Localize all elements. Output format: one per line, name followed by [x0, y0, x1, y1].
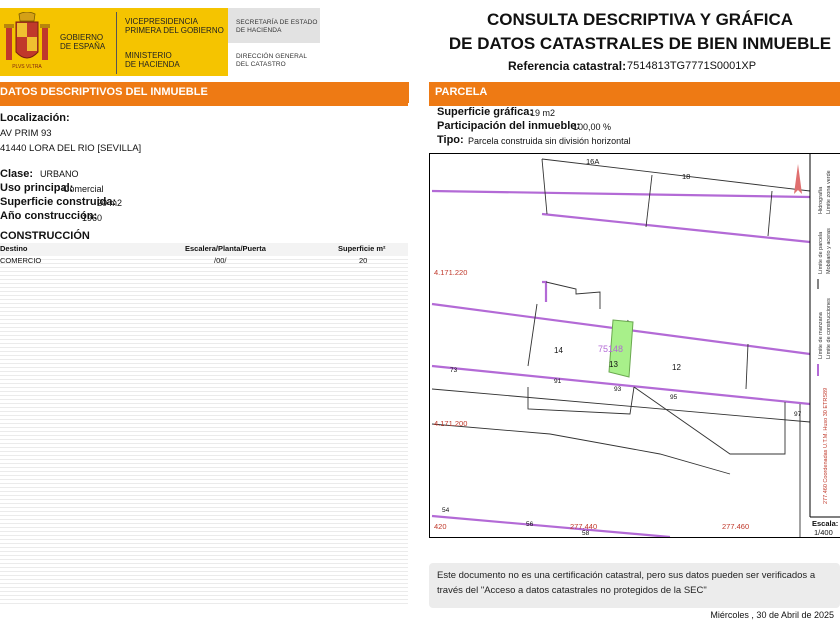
construccion-table-body — [0, 256, 408, 606]
map-scale-label: Escala: — [812, 519, 838, 528]
table-header-escalera: Escalera/Planta/Puerta — [185, 244, 266, 253]
map-label-13: 13 — [609, 360, 618, 369]
table-row-destino: COMERCIO — [0, 256, 42, 265]
disclaimer-box: Este documento no es una certificación c… — [429, 563, 840, 608]
vicepresidencia-label: VICEPRESIDENCIA PRIMERA DEL GOBIERNO — [125, 17, 224, 35]
map-scale-value: 1/400 — [814, 528, 833, 537]
construccion-title: CONSTRUCCIÓN — [0, 230, 90, 242]
page-title: CONSULTA DESCRIPTIVA Y GRÁFICA DE DATOS … — [448, 10, 832, 53]
superficie-grafica-value: 19 m2 — [530, 108, 556, 118]
parcela-header: PARCELA — [429, 82, 840, 103]
map-label-12: 12 — [672, 363, 681, 372]
map-coord-x3: 277.460 — [722, 522, 749, 531]
table-header-superficie: Superficie m² — [338, 244, 386, 253]
anio-construccion-value: 1960 — [82, 213, 103, 223]
header-separator — [116, 12, 117, 74]
gobierno-label: GOBIERNO DE ESPAÑA — [60, 33, 106, 51]
map-coord-x2: 277.440 — [570, 522, 597, 531]
footer-date: Miércoles , 30 de Abril de 2025 — [710, 610, 834, 620]
map-label-54: 54 — [442, 507, 450, 514]
map-coord-x1: 420 — [434, 522, 447, 531]
participacion-label: Participación del inmueble: — [437, 120, 581, 132]
address-line1: AV PRIM 93 — [0, 128, 52, 139]
secretaria-label: SECRETARÍA DE ESTADO DE HACIENDA — [236, 19, 318, 34]
disclaimer-text: Este documento no es una certificación c… — [437, 570, 816, 596]
superficie-grafica-label: Superficie gráfica: — [437, 106, 533, 118]
table-row-escalera: /00/ — [214, 256, 227, 265]
superficie-construida-value: 20 m2 — [97, 198, 123, 208]
tipo-label: Tipo: — [437, 134, 464, 146]
map-label-14: 14 — [554, 346, 563, 355]
clase-label: Clase: — [0, 168, 34, 180]
map-label-97: 97 — [794, 411, 802, 418]
tipo-value: Parcela construida sin división horizont… — [468, 136, 631, 146]
map-label-18: 18 — [682, 172, 690, 181]
map-coord-y2: 4.171.200 — [434, 419, 467, 428]
legend-hidrografia: Hidrografía — [818, 186, 824, 214]
legend-limite-construcciones: Límite de construcciones — [826, 298, 832, 359]
map-label-93: 93 — [614, 386, 622, 393]
map-label-95: 95 — [670, 394, 678, 401]
clase-value: URBANO — [40, 169, 79, 179]
table-row-superficie: 20 — [359, 256, 368, 265]
map-label-58: 58 — [582, 530, 590, 537]
legend-limite-parcela: Límite de parcela — [818, 231, 824, 274]
legend-limite-via: Límite zona verde — [826, 170, 832, 214]
svg-text:PLVS VLTRA: PLVS VLTRA — [12, 64, 42, 70]
map-coord-y1: 4.171.220 — [434, 268, 467, 277]
datos-descriptivos-header: DATOS DESCRIPTIVOS DEL INMUEBLE — [0, 82, 409, 103]
map-label-56: 56 — [526, 521, 534, 528]
map-label-91: 91 — [554, 378, 562, 385]
uso-principal-value: Comercial — [63, 184, 104, 194]
table-header-destino: Destino — [0, 244, 28, 253]
legend-mobiliario: Mobiliario y aceras — [826, 228, 832, 274]
compass-icon — [794, 164, 802, 194]
map-label-73: 73 — [450, 367, 458, 374]
participacion-value: 100,00 % — [573, 122, 612, 132]
localizacion-label: Localización: — [0, 112, 70, 124]
legend-coord-text: 277.460 Coordenadas U.T.M. Huso 30 ETRS8… — [823, 388, 829, 504]
legend-limite-manzana: Límite de manzana — [818, 311, 824, 359]
ministerio-label: MINISTERIO DE HACIENDA — [125, 51, 180, 69]
address-line2: 41440 LORA DEL RIO [SEVILLA] — [0, 143, 142, 154]
cadastral-map[interactable]: 16A 18 14 13 12 75148 73 91 93 95 97 54 … — [429, 153, 840, 538]
direccion-label: DIRECCIÓN GENERAL DEL CATASTRO — [236, 53, 308, 68]
ref-catastral-value[interactable]: 7514813TG7771S0001XP — [627, 60, 756, 72]
map-label-16a: 16A — [586, 157, 599, 166]
ref-catastral-label: Referencia catastral: — [508, 59, 627, 73]
coat-of-arms-icon: PLVS VLTRA — [4, 12, 50, 70]
left-header-underline — [0, 103, 408, 106]
map-label-parcel: 75148 — [598, 344, 623, 354]
